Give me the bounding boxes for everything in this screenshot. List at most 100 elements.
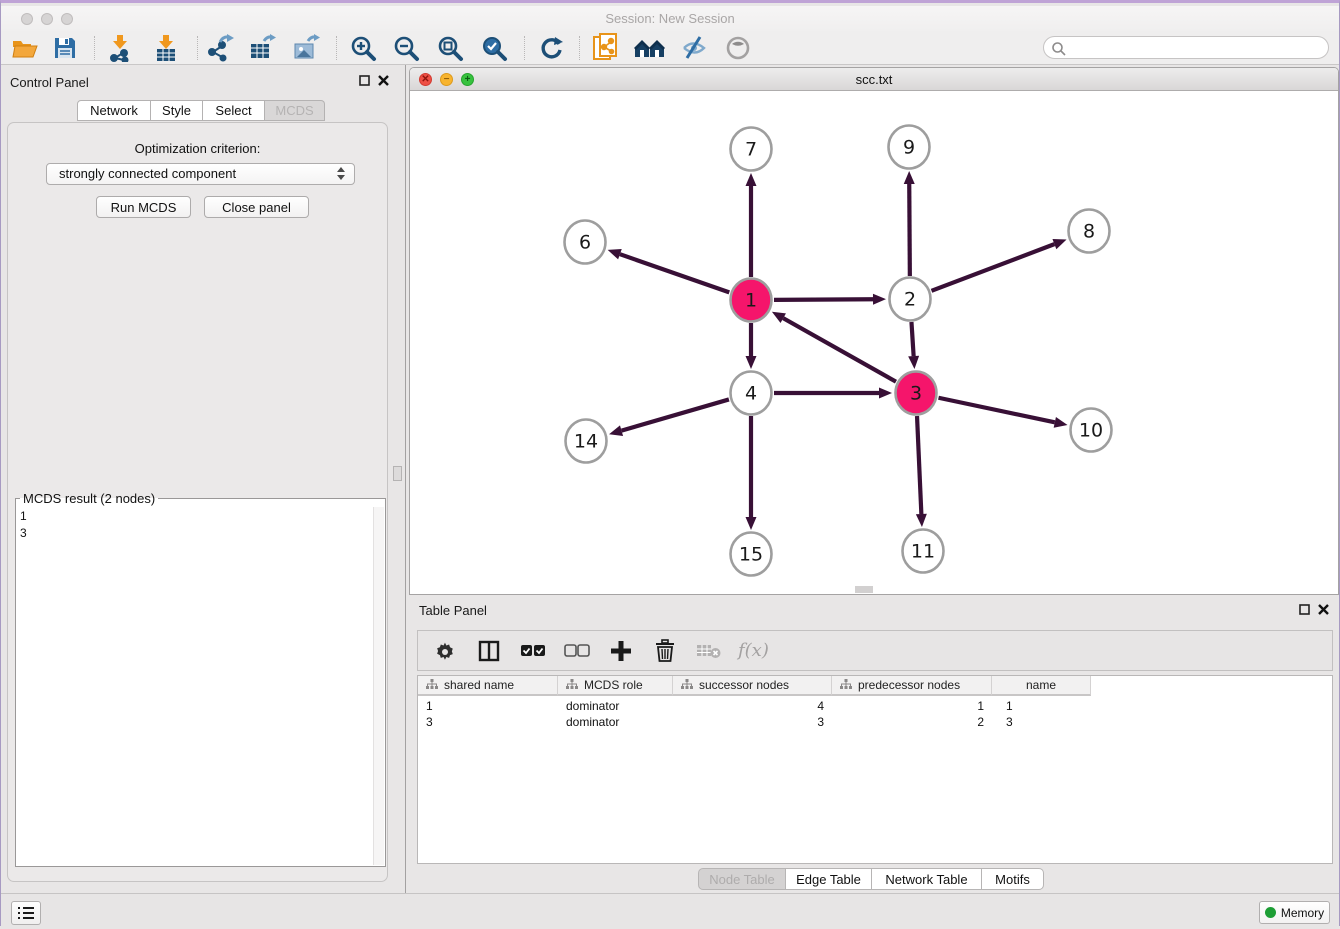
tab-select[interactable]: Select bbox=[203, 100, 265, 121]
arrowhead-icon bbox=[916, 514, 927, 527]
tab-network-table[interactable]: Network Table bbox=[872, 868, 982, 890]
zoom-out-icon[interactable] bbox=[388, 33, 424, 63]
unselect-all-icon[interactable] bbox=[562, 636, 592, 666]
tab-node-table[interactable]: Node Table bbox=[698, 868, 786, 890]
add-column-icon[interactable] bbox=[606, 636, 636, 666]
import-network-icon[interactable] bbox=[102, 33, 138, 63]
memory-button[interactable]: Memory bbox=[1259, 901, 1330, 924]
network-canvas[interactable]: 1234678910111415 bbox=[410, 91, 1338, 594]
network-graph: 1234678910111415 bbox=[410, 91, 1338, 594]
cell-predecessor-nodes[interactable]: 2 bbox=[832, 714, 992, 730]
float-table-panel-icon[interactable] bbox=[1299, 604, 1310, 615]
graph-node-label: 8 bbox=[1083, 221, 1095, 243]
main-titlebar: Session: New Session bbox=[1, 6, 1339, 31]
toolbar-separator bbox=[336, 36, 337, 60]
delete-icon[interactable] bbox=[650, 636, 680, 666]
graph-edge-2-8[interactable] bbox=[932, 244, 1055, 291]
cell-successor-nodes[interactable]: 4 bbox=[673, 698, 832, 714]
list-icon bbox=[17, 906, 35, 920]
refresh-icon[interactable] bbox=[533, 33, 569, 63]
cell-MCDS-role[interactable]: dominator bbox=[558, 698, 673, 714]
graph-edge-3-10[interactable] bbox=[939, 398, 1055, 423]
graph-edge-3-11[interactable] bbox=[917, 416, 921, 514]
run-mcds-button[interactable]: Run MCDS bbox=[96, 196, 191, 218]
tab-style[interactable]: Style bbox=[151, 100, 203, 121]
export-network-icon[interactable] bbox=[202, 33, 238, 63]
zoom-selected-icon[interactable] bbox=[476, 33, 512, 63]
node-table[interactable]: shared nameMCDS rolesuccessor nodesprede… bbox=[417, 675, 1333, 864]
arrowhead-icon bbox=[1054, 417, 1068, 428]
toolbar-separator bbox=[197, 36, 198, 60]
gear-icon[interactable] bbox=[430, 636, 460, 666]
toolbar-separator bbox=[579, 36, 580, 60]
open-folder-icon[interactable] bbox=[7, 33, 43, 63]
function-builder-icon[interactable]: f(x) bbox=[738, 640, 769, 661]
column-header-predecessor-nodes[interactable]: predecessor nodes bbox=[832, 676, 992, 696]
criterion-select[interactable]: strongly connected component bbox=[46, 163, 355, 185]
delete-column-icon[interactable] bbox=[694, 636, 724, 666]
table-header-row: shared nameMCDS rolesuccessor nodesprede… bbox=[418, 676, 1091, 696]
tab-network[interactable]: Network bbox=[77, 100, 151, 121]
graph-edge-2-9[interactable] bbox=[909, 184, 910, 276]
export-table-icon[interactable] bbox=[244, 33, 280, 63]
first-neighbors-icon[interactable] bbox=[632, 33, 668, 63]
cell-name[interactable]: 1 bbox=[992, 698, 1091, 714]
tab-motifs[interactable]: Motifs bbox=[982, 868, 1044, 890]
cell-MCDS-role[interactable]: dominator bbox=[558, 714, 673, 730]
save-icon[interactable] bbox=[47, 33, 83, 63]
table-row[interactable]: 1dominator411 bbox=[418, 698, 1091, 714]
tab-mcds[interactable]: MCDS bbox=[265, 100, 325, 121]
mcds-result-title: MCDS result (2 nodes) bbox=[20, 491, 158, 506]
hide-selected-icon[interactable] bbox=[676, 33, 712, 63]
arrowhead-icon bbox=[1052, 239, 1066, 249]
network-view-window: ✕ − + scc.txt 1234678910111415 bbox=[409, 67, 1339, 595]
graph-edge-3-1[interactable] bbox=[783, 318, 896, 382]
network-window-titlebar[interactable]: ✕ − + scc.txt bbox=[410, 68, 1338, 91]
column-header-name[interactable]: name bbox=[992, 676, 1091, 696]
column-header-successor-nodes[interactable]: successor nodes bbox=[673, 676, 832, 696]
show-all-icon[interactable] bbox=[720, 33, 756, 63]
arrowhead-icon bbox=[904, 171, 915, 184]
table-panel-title: Table Panel bbox=[419, 603, 487, 618]
cell-name[interactable]: 3 bbox=[992, 714, 1091, 730]
vertical-splitter[interactable] bbox=[405, 65, 406, 893]
zoom-in-icon[interactable] bbox=[345, 33, 381, 63]
close-panel-button[interactable]: Close panel bbox=[204, 196, 309, 218]
cell-successor-nodes[interactable]: 3 bbox=[673, 714, 832, 730]
float-panel-icon[interactable] bbox=[359, 75, 370, 86]
select-stepper-icon bbox=[337, 167, 346, 181]
column-view-icon[interactable] bbox=[474, 636, 504, 666]
column-header-shared-name[interactable]: shared name bbox=[418, 676, 558, 696]
arrowhead-icon bbox=[746, 173, 757, 186]
arrowhead-icon bbox=[746, 517, 757, 530]
column-type-icon bbox=[566, 679, 578, 691]
graph-edge-1-2[interactable] bbox=[774, 299, 873, 300]
fit-content-icon[interactable] bbox=[432, 33, 468, 63]
toolbar-separator bbox=[94, 36, 95, 60]
graph-edge-2-3[interactable] bbox=[911, 322, 913, 356]
result-scrollbar[interactable] bbox=[373, 507, 384, 865]
cell-shared-name[interactable]: 1 bbox=[418, 698, 558, 714]
tab-edge-table[interactable]: Edge Table bbox=[786, 868, 872, 890]
search-input[interactable] bbox=[1043, 36, 1329, 59]
column-header-MCDS-role[interactable]: MCDS role bbox=[558, 676, 673, 696]
graph-edge-4-14[interactable] bbox=[622, 399, 729, 430]
task-history-button[interactable] bbox=[11, 901, 41, 925]
select-all-icon[interactable] bbox=[518, 636, 548, 666]
close-table-panel-icon[interactable] bbox=[1318, 604, 1329, 615]
table-row[interactable]: 3dominator323 bbox=[418, 714, 1091, 730]
graph-edge-1-6[interactable] bbox=[620, 254, 729, 292]
arrowhead-icon bbox=[908, 356, 919, 369]
mcds-result-list[interactable]: 1 3 bbox=[20, 508, 27, 542]
cell-predecessor-nodes[interactable]: 1 bbox=[832, 698, 992, 714]
graph-node-label: 15 bbox=[739, 544, 763, 566]
network-hsplit-grip[interactable] bbox=[855, 586, 873, 593]
close-panel-icon[interactable] bbox=[378, 75, 389, 86]
arrowhead-icon bbox=[608, 249, 622, 259]
export-image-icon[interactable] bbox=[288, 33, 324, 63]
splitter-grip[interactable] bbox=[393, 466, 402, 481]
cell-shared-name[interactable]: 3 bbox=[418, 714, 558, 730]
table-panel-tabs: Node TableEdge TableNetwork TableMotifs bbox=[698, 868, 1044, 890]
import-table-icon[interactable] bbox=[148, 33, 184, 63]
new-network-from-selection-icon[interactable] bbox=[588, 33, 624, 63]
